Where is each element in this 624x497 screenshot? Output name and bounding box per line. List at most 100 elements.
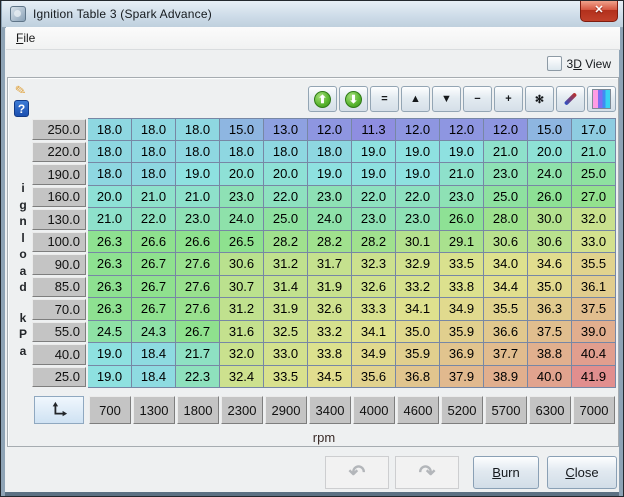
table-cell[interactable]: 38.8 <box>528 343 572 366</box>
x-axis-header[interactable]: 1300 <box>133 396 175 424</box>
table-cell[interactable]: 24.5 <box>88 321 132 344</box>
table-cell[interactable]: 30.6 <box>220 253 264 276</box>
table-cell[interactable]: 30.7 <box>220 276 264 299</box>
table-cell[interactable]: 27.6 <box>176 253 220 276</box>
edit-pencil-button[interactable] <box>556 86 585 112</box>
table-cell[interactable]: 29.1 <box>440 231 484 254</box>
table-cell[interactable]: 30.1 <box>396 231 440 254</box>
table-cell[interactable]: 36.9 <box>440 343 484 366</box>
table-cell[interactable]: 18.0 <box>132 163 176 186</box>
increase-large-button[interactable]: ▲ <box>401 86 430 112</box>
x-axis-header[interactable]: 7000 <box>573 396 615 424</box>
table-cell[interactable]: 18.0 <box>308 141 352 164</box>
table-cell[interactable]: 33.5 <box>440 253 484 276</box>
table-cell[interactable]: 20.0 <box>88 186 132 209</box>
table-cell[interactable]: 32.6 <box>352 276 396 299</box>
table-cell[interactable]: 27.0 <box>572 186 616 209</box>
table-cell[interactable]: 35.9 <box>440 321 484 344</box>
table-cell[interactable]: 18.4 <box>132 366 176 389</box>
table-cell[interactable]: 22.0 <box>132 208 176 231</box>
table-cell[interactable]: 20.0 <box>220 163 264 186</box>
y-axis-header[interactable]: 55.0 <box>32 322 86 343</box>
x-axis-header[interactable]: 2900 <box>265 396 307 424</box>
table-cell[interactable]: 31.2 <box>220 298 264 321</box>
x-axis-header[interactable]: 2300 <box>221 396 263 424</box>
table-cell[interactable]: 18.0 <box>88 118 132 141</box>
table-cell[interactable]: 32.0 <box>572 208 616 231</box>
table-cell[interactable]: 15.0 <box>528 118 572 141</box>
table-cell[interactable]: 26.7 <box>132 298 176 321</box>
table-cell[interactable]: 23.0 <box>352 208 396 231</box>
table-cell[interactable]: 33.2 <box>396 276 440 299</box>
y-axis-header[interactable]: 90.0 <box>32 254 86 275</box>
multiply-button[interactable]: ✻ <box>525 86 554 112</box>
table-cell[interactable]: 13.0 <box>264 118 308 141</box>
table-cell[interactable]: 34.5 <box>308 366 352 389</box>
table-cell[interactable]: 26.7 <box>176 321 220 344</box>
table-cell[interactable]: 32.9 <box>396 253 440 276</box>
table-cell[interactable]: 33.2 <box>308 321 352 344</box>
color-map-button[interactable] <box>587 86 616 112</box>
table-cell[interactable]: 26.3 <box>88 298 132 321</box>
table-cell[interactable]: 19.0 <box>396 163 440 186</box>
close-window-button[interactable]: ✕ <box>580 1 618 22</box>
table-cell[interactable]: 34.1 <box>396 298 440 321</box>
undo-button[interactable]: ↶ <box>325 456 389 489</box>
3d-view-checkbox[interactable] <box>547 56 562 71</box>
table-cell[interactable]: 37.5 <box>572 298 616 321</box>
y-axis-header[interactable]: 100.0 <box>32 232 86 253</box>
table-cell[interactable]: 27.6 <box>176 298 220 321</box>
decrease-button[interactable]: − <box>463 86 492 112</box>
y-axis-header[interactable]: 190.0 <box>32 164 86 185</box>
table-cell[interactable]: 12.0 <box>396 118 440 141</box>
axes-corner-button[interactable] <box>34 396 84 424</box>
table-cell[interactable]: 33.8 <box>440 276 484 299</box>
table-cell[interactable]: 36.8 <box>396 366 440 389</box>
table-cell[interactable]: 18.0 <box>264 141 308 164</box>
table-cell[interactable]: 34.6 <box>528 253 572 276</box>
table-cell[interactable]: 19.0 <box>352 141 396 164</box>
table-cell[interactable]: 21.0 <box>572 141 616 164</box>
table-cell[interactable]: 31.7 <box>308 253 352 276</box>
table-cell[interactable]: 22.0 <box>264 186 308 209</box>
table-cell[interactable]: 35.6 <box>352 366 396 389</box>
table-cell[interactable]: 30.6 <box>528 231 572 254</box>
table-cell[interactable]: 34.9 <box>440 298 484 321</box>
table-cell[interactable]: 19.0 <box>352 163 396 186</box>
table-cell[interactable]: 23.0 <box>440 186 484 209</box>
table-cell[interactable]: 36.6 <box>484 321 528 344</box>
table-cell[interactable]: 39.0 <box>572 321 616 344</box>
table-cell[interactable]: 12.0 <box>308 118 352 141</box>
help-icon[interactable]: ? <box>14 100 29 117</box>
table-cell[interactable]: 21.7 <box>176 343 220 366</box>
table-cell[interactable]: 34.4 <box>484 276 528 299</box>
table-cell[interactable]: 37.5 <box>528 321 572 344</box>
table-cell[interactable]: 15.0 <box>220 118 264 141</box>
table-cell[interactable]: 25.0 <box>572 163 616 186</box>
table-cell[interactable]: 41.9 <box>572 366 616 389</box>
redo-button[interactable]: ↷ <box>395 456 459 489</box>
burn-button[interactable]: Burn <box>473 456 539 489</box>
table-cell[interactable]: 21.0 <box>88 208 132 231</box>
table-cell[interactable]: 35.0 <box>528 276 572 299</box>
table-cell[interactable]: 31.4 <box>264 276 308 299</box>
table-cell[interactable]: 33.0 <box>264 343 308 366</box>
table-cell[interactable]: 34.0 <box>484 253 528 276</box>
table-cell[interactable]: 37.9 <box>440 366 484 389</box>
table-cell[interactable]: 19.0 <box>88 366 132 389</box>
x-axis-header[interactable]: 6300 <box>529 396 571 424</box>
table-cell[interactable]: 40.4 <box>572 343 616 366</box>
table-cell[interactable]: 23.0 <box>396 208 440 231</box>
table-cell[interactable]: 18.0 <box>176 141 220 164</box>
table-cell[interactable]: 12.0 <box>484 118 528 141</box>
table-cell[interactable]: 19.0 <box>88 343 132 366</box>
table-cell[interactable]: 23.0 <box>220 186 264 209</box>
table-cell[interactable]: 32.5 <box>264 321 308 344</box>
table-cell[interactable]: 31.2 <box>264 253 308 276</box>
x-axis-header[interactable]: 4000 <box>353 396 395 424</box>
table-cell[interactable]: 26.3 <box>88 231 132 254</box>
table-cell[interactable]: 20.0 <box>528 141 572 164</box>
table-cell[interactable]: 17.0 <box>572 118 616 141</box>
y-axis-header[interactable]: 160.0 <box>32 187 86 208</box>
table-cell[interactable]: 31.9 <box>264 298 308 321</box>
